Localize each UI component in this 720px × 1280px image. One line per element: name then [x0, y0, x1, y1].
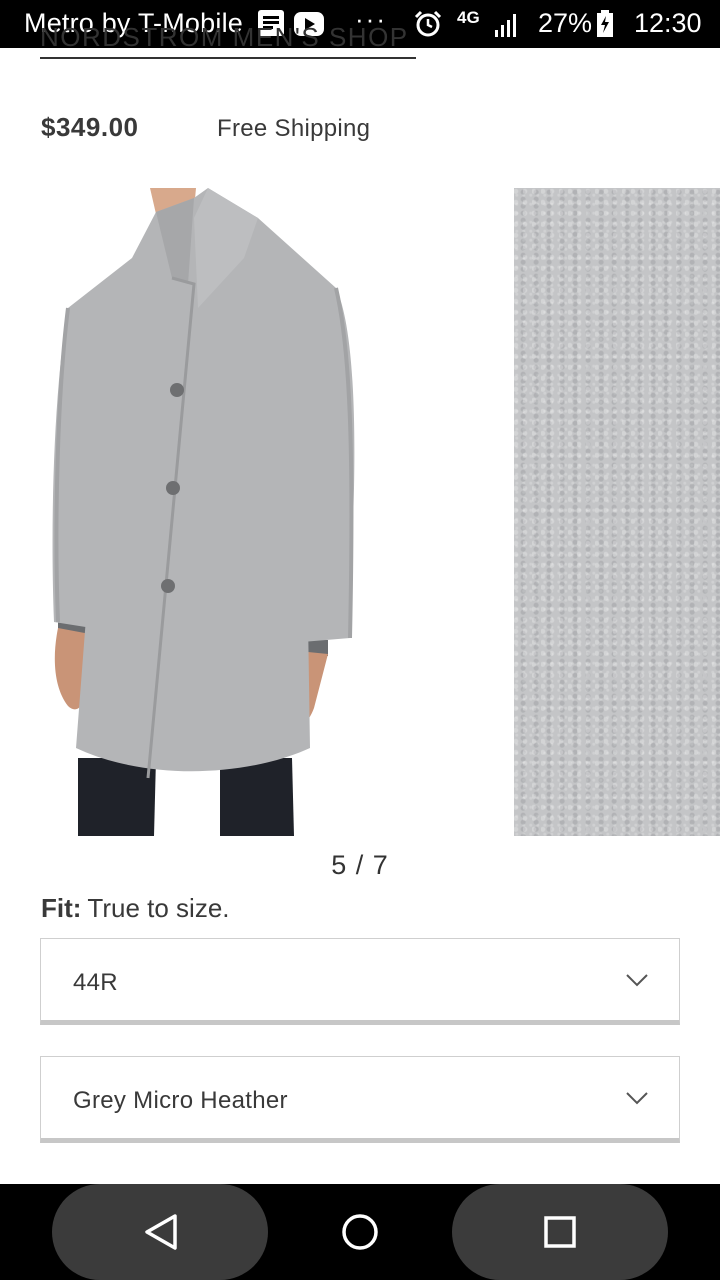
fabric-swatch-image[interactable] — [514, 188, 720, 836]
back-icon[interactable] — [142, 1212, 180, 1252]
network-type: 4G — [457, 8, 480, 27]
chevron-down-icon — [626, 1092, 648, 1105]
chevron-down-icon — [626, 974, 648, 987]
alarm-icon — [414, 10, 442, 37]
size-select-value: 44R — [73, 969, 118, 996]
brand-link[interactable]: Nordstrom Men's Shop — [40, 26, 416, 60]
shipping-info: Free Shipping — [217, 115, 371, 142]
coat-model-image[interactable] — [44, 188, 374, 836]
fit-info: Fit: True to size. — [41, 893, 230, 924]
gallery-counter: 5 / 7 — [331, 850, 389, 880]
battery-percentage: 27% — [538, 8, 593, 38]
clock: 12:30 — [634, 8, 702, 38]
fit-value: True to size. — [87, 893, 230, 923]
recent-apps-icon[interactable] — [543, 1215, 577, 1249]
size-select[interactable]: 44R — [40, 938, 680, 1025]
battery-charging-icon — [597, 10, 613, 37]
product-price: $349.00 — [41, 112, 139, 142]
color-select-value: Grey Micro Heather — [73, 1087, 288, 1114]
color-select[interactable]: Grey Micro Heather — [40, 1056, 680, 1143]
signal-icon — [495, 14, 516, 37]
fit-label: Fit: — [41, 893, 82, 923]
home-icon[interactable] — [341, 1213, 379, 1251]
image-gallery[interactable] — [0, 188, 720, 836]
navigation-bar — [0, 1184, 720, 1280]
